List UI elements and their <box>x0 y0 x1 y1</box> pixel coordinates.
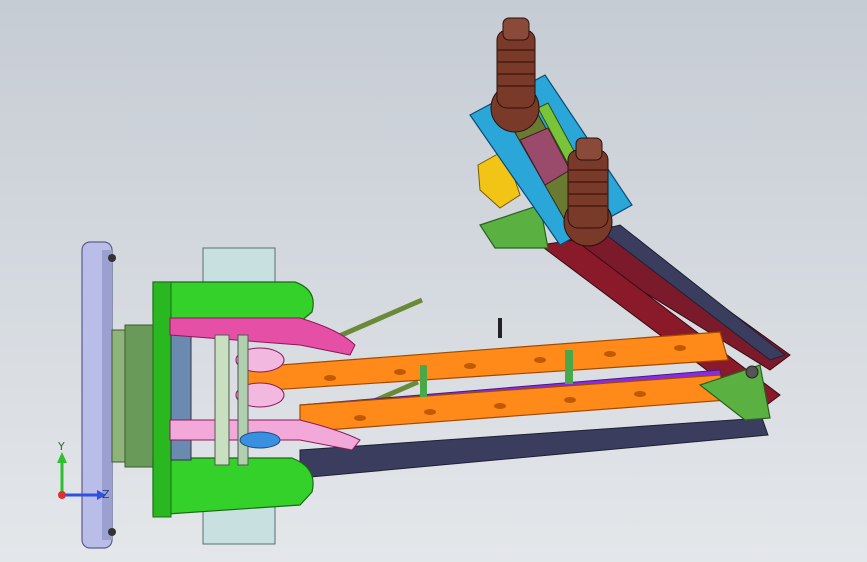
base-screw-bottom <box>108 528 116 536</box>
x-axis-dot <box>58 491 66 499</box>
shoulder-side <box>152 281 172 518</box>
green-rod-upper <box>329 297 423 343</box>
z-axis-label: Z <box>102 488 110 501</box>
cad-viewport[interactable]: Y Z <box>0 0 867 562</box>
green-spacer-b <box>420 365 427 397</box>
shaft-left <box>214 334 230 466</box>
base-screw-top <box>108 254 116 262</box>
y-axis-arrow <box>57 452 67 463</box>
green-spacer-a <box>565 350 573 384</box>
motor-ring <box>124 324 156 468</box>
shoulder-bracket-bottom <box>152 457 314 516</box>
shoulder-bracket-top <box>152 281 314 323</box>
finger-lower <box>563 137 613 247</box>
finger-upper <box>490 17 540 133</box>
bearing <box>239 431 281 449</box>
robot-arm-model[interactable]: Y Z <box>0 0 867 562</box>
elbow-pin <box>745 365 759 379</box>
y-axis-label: Y <box>57 440 65 453</box>
